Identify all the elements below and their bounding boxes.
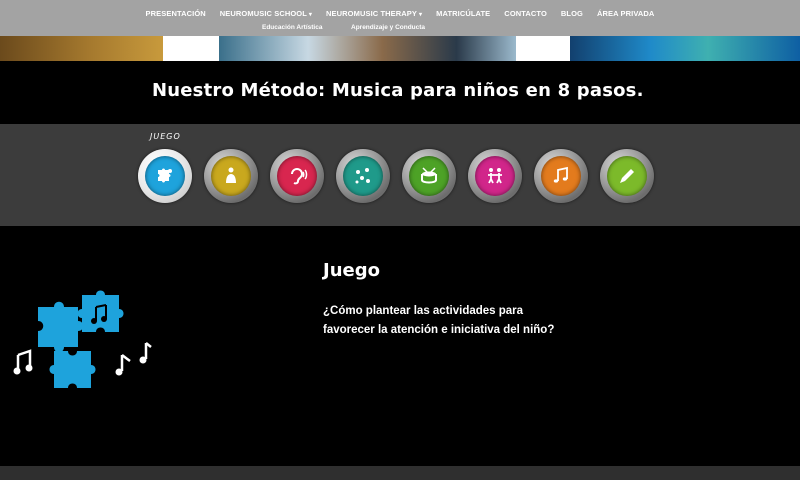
nav-label: NEUROMUSIC THERAPY: [326, 9, 418, 18]
submenu-educacion-artistica[interactable]: Educación Artística: [262, 24, 322, 31]
step-button-5[interactable]: [402, 149, 456, 203]
step-core: [475, 156, 515, 196]
step-core: [541, 156, 581, 196]
drum-icon: [421, 167, 437, 184]
nav-label: NEUROMUSIC SCHOOL: [219, 9, 307, 18]
nav-label: CONTACTO: [504, 9, 547, 18]
step-core: [607, 156, 647, 196]
step-button-7[interactable]: [534, 149, 588, 203]
content-question: ¿Cómo plantear las actividades para favo…: [323, 305, 555, 336]
nav-item-matriculate[interactable]: MATRICÚLATE: [429, 9, 497, 18]
step-core: [409, 156, 449, 196]
step-core: [211, 156, 251, 196]
page-title: Nuestro Método: Musica para niños en 8 p…: [152, 80, 644, 101]
method-steps-band: [0, 124, 800, 226]
nav-menu: PRESENTACIÓN NEUROMUSIC SCHOOL ▾ NEUROMUS…: [0, 9, 800, 18]
step-core: [145, 156, 185, 196]
chevron-down-icon: ▾: [419, 12, 423, 18]
step-button-2[interactable]: [204, 149, 258, 203]
nav-label: PRESENTACIÓN: [145, 9, 206, 18]
bell-icon: [226, 167, 236, 183]
step-button-8[interactable]: [600, 149, 654, 203]
nav-item-contacto[interactable]: CONTACTO: [497, 9, 554, 18]
top-navigation: PRESENTACIÓN NEUROMUSIC SCHOOL ▾ NEUROMUS…: [0, 0, 800, 36]
step-core: [343, 156, 383, 196]
pencil-icon: [620, 169, 634, 183]
chevron-down-icon: ▾: [308, 12, 313, 18]
step-core: [277, 156, 317, 196]
nav-label: ÁREA PRIVADA: [596, 9, 655, 18]
nav-item-presentacion[interactable]: PRESENTACIÓN: [139, 9, 213, 18]
step-button-3[interactable]: [270, 149, 324, 203]
puzzle-music-illustration-icon: [13, 290, 152, 388]
page: PRESENTACIÓN NEUROMUSIC SCHOOL ▾ NEUROMUS…: [0, 0, 800, 480]
nav-label: MATRICÚLATE: [436, 9, 491, 18]
footer-strip: [0, 466, 800, 480]
music-notes-icon: [553, 166, 568, 183]
submenu-aprendizaje-conducta[interactable]: Aprendizaje y Conducta: [351, 24, 425, 31]
nav-item-neuromusic-therapy[interactable]: NEUROMUSIC THERAPY ▾: [319, 9, 429, 18]
ear-icon: [291, 168, 308, 185]
dancing-kids-icon: [488, 168, 502, 184]
step-button-4[interactable]: [336, 149, 390, 203]
notes-scatter-icon: [355, 168, 370, 184]
content-title: Juego: [323, 260, 380, 281]
step-caption: JUEGO: [150, 132, 181, 141]
puzzle-icon: [158, 168, 172, 183]
nav-item-neuromusic-school[interactable]: NEUROMUSIC SCHOOL ▾: [213, 9, 319, 18]
nav-item-blog[interactable]: BLOG: [554, 9, 590, 18]
nav-label: BLOG: [560, 9, 583, 18]
nav-item-area-privada[interactable]: ÁREA PRIVADA: [590, 9, 661, 18]
step-button-6[interactable]: [468, 149, 522, 203]
step-button-juego[interactable]: [138, 149, 192, 203]
